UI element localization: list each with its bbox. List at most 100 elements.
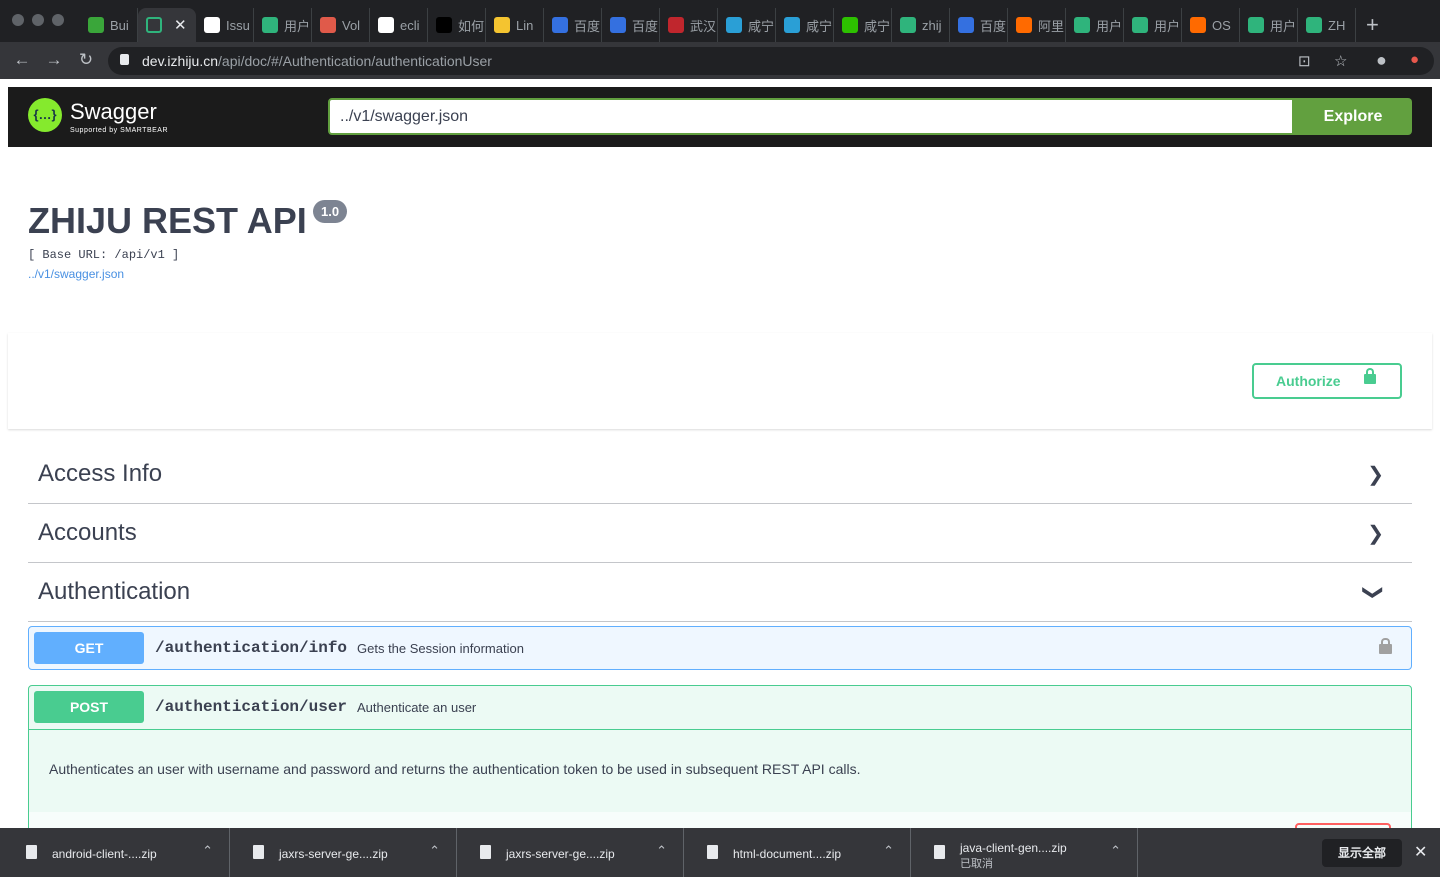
tag-accounts[interactable]: Accounts ❯: [28, 505, 1412, 563]
tab-label: 阿里: [1038, 18, 1065, 34]
new-tab-button[interactable]: +: [1366, 12, 1379, 38]
base-url: [ Base URL: /api/v1 ]: [28, 248, 180, 262]
browser-tab[interactable]: 百度: [544, 8, 602, 42]
authorize-label: Authorize: [1276, 373, 1341, 389]
browser-tab[interactable]: 咸宁: [834, 8, 892, 42]
tab-label: OS: [1212, 17, 1231, 33]
aliyun-icon: [1016, 17, 1032, 33]
browser-tab[interactable]: 阿里: [1008, 8, 1066, 42]
method-badge: POST: [34, 691, 144, 723]
github-icon: [204, 17, 220, 33]
browser-tab[interactable]: 百度: [602, 8, 660, 42]
forward-icon[interactable]: →: [44, 50, 64, 70]
browser-tab[interactable]: Vol: [312, 8, 370, 42]
swagger-logo-subtitle: Supported by SMARTBEAR: [70, 127, 169, 134]
reload-icon[interactable]: ↻: [76, 50, 96, 70]
browser-tab[interactable]: Lin: [486, 8, 544, 42]
tab-label: Bui: [110, 17, 129, 33]
tag-title: Accounts: [38, 519, 137, 546]
operation-post-authentication-user[interactable]: POST /authentication/user Authenticate a…: [28, 685, 1412, 843]
operation-path: /authentication/info: [155, 639, 348, 657]
tag-access-info[interactable]: Access Info ❯: [28, 446, 1412, 504]
file-icon: [480, 845, 491, 859]
file-icon: [26, 845, 37, 859]
zhiju-icon: [1132, 17, 1148, 33]
browser-tab[interactable]: ecli: [370, 8, 428, 42]
authorize-button[interactable]: Authorize: [1252, 363, 1402, 399]
download-item[interactable]: java-client-gen....zip 已取消 ⌃: [912, 828, 1138, 877]
browser-tab[interactable]: zhij: [892, 8, 950, 42]
close-icon[interactable]: ✕: [1414, 842, 1427, 862]
download-item[interactable]: html-document....zip ⌃: [685, 828, 911, 877]
lock-icon: [120, 54, 129, 65]
download-filename: java-client-gen....zip: [960, 841, 1067, 855]
browser-tab[interactable]: 用户: [1124, 8, 1182, 42]
chevron-up-icon[interactable]: ⌃: [429, 843, 440, 859]
browser-tab[interactable]: 咸宁: [718, 8, 776, 42]
chevron-up-icon[interactable]: ⌃: [656, 843, 667, 859]
zhiju-icon: [146, 17, 162, 33]
browser-tab[interactable]: Bui: [80, 8, 138, 42]
chevron-up-icon[interactable]: ⌃: [1110, 843, 1121, 859]
download-shelf: android-client-....zip ⌃ jaxrs-server-ge…: [0, 828, 1440, 877]
browser-tab[interactable]: 咸宁: [776, 8, 834, 42]
spec-link[interactable]: ../v1/swagger.json: [28, 267, 124, 281]
browser-tab[interactable]: 如何: [428, 8, 486, 42]
minimize-window-button[interactable]: [32, 14, 44, 26]
operation-summary: Gets the Session information: [357, 641, 524, 656]
tab-label: 咸宁: [864, 18, 891, 34]
back-icon[interactable]: ←: [12, 50, 32, 70]
zhiju-icon: [1306, 17, 1322, 33]
download-filename: html-document....zip: [733, 847, 842, 861]
aliyun-icon: [1190, 17, 1206, 33]
show-all-downloads-button[interactable]: 显示全部: [1322, 839, 1402, 867]
spec-url-input[interactable]: ../v1/swagger.json: [328, 98, 1294, 135]
browser-tab[interactable]: 用户: [1066, 8, 1124, 42]
chevron-up-icon[interactable]: ⌃: [202, 843, 213, 859]
download-item[interactable]: jaxrs-server-ge....zip ⌃: [231, 828, 457, 877]
bird-icon: [726, 17, 742, 33]
browser-tab[interactable]: OS: [1182, 8, 1240, 42]
github-icon: [378, 17, 394, 33]
maximize-window-button[interactable]: [52, 14, 64, 26]
wechat-icon: [842, 17, 858, 33]
operation-get-authentication-info[interactable]: GET /authentication/info Gets the Sessio…: [28, 626, 1412, 670]
file-icon: [934, 845, 945, 859]
zhiju-icon: [262, 17, 278, 33]
browser-tab[interactable]: Issu: [196, 8, 254, 42]
symfony-icon: [436, 17, 452, 33]
browser-tab[interactable]: 用户: [1240, 8, 1298, 42]
browser-tab[interactable]: 用户: [254, 8, 312, 42]
url-text[interactable]: dev.izhiju.cn/api/doc/#/Authentication/a…: [142, 53, 492, 69]
browser-tab[interactable]: ZH: [1298, 8, 1356, 42]
profile-icon[interactable]: ●: [1376, 50, 1387, 71]
browser-tab[interactable]: ✕: [138, 8, 196, 42]
download-item[interactable]: jaxrs-server-ge....zip ⌃: [458, 828, 684, 877]
close-tab-icon[interactable]: ✕: [174, 16, 187, 34]
extension-icon[interactable]: ●: [1410, 51, 1419, 68]
file-icon: [707, 845, 718, 859]
tab-label: 如何: [458, 18, 485, 34]
explore-button[interactable]: Explore: [1294, 98, 1412, 135]
chevron-up-icon[interactable]: ⌃: [883, 843, 894, 859]
bookmark-star-icon[interactable]: ☆: [1334, 52, 1347, 70]
browser-tab-strip: Bui ✕ Issu 用户 Vol ecli 如何 Lin 百度 百度 武汉 咸宁 咸宁 咸宁 zhij 百度…: [0, 0, 1440, 48]
tab-label: ecli: [400, 17, 420, 33]
swagger-logo-text: Swagger: [70, 99, 157, 124]
address-bar[interactable]: dev.izhiju.cn/api/doc/#/Authentication/a…: [108, 47, 1434, 75]
download-filename: jaxrs-server-ge....zip: [279, 847, 388, 861]
download-item[interactable]: android-client-....zip ⌃: [4, 828, 230, 877]
tag-authentication[interactable]: Authentication ❯: [28, 564, 1412, 622]
chevron-down-icon: ❯: [1362, 584, 1385, 601]
unlock-icon: [1364, 368, 1376, 384]
browser-tab[interactable]: 武汉: [660, 8, 718, 42]
baidu-icon: [552, 17, 568, 33]
close-window-button[interactable]: [12, 14, 24, 26]
translate-icon[interactable]: ⊡: [1298, 52, 1311, 70]
tab-label: 用户: [284, 18, 311, 34]
tab-label: 百度: [632, 18, 659, 34]
tab-label: 百度: [980, 18, 1007, 34]
lock-icon[interactable]: [1379, 638, 1392, 654]
browser-tab[interactable]: 百度: [950, 8, 1008, 42]
linux-icon: [494, 17, 510, 33]
